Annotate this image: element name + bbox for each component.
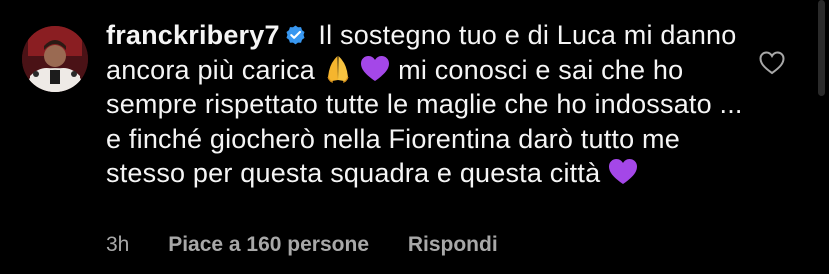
reply-button[interactable]: Rispondi (408, 233, 498, 256)
scrollbar[interactable] (818, 0, 825, 96)
timestamp: 3h (106, 233, 130, 256)
username-link[interactable]: franckribery7 (106, 20, 280, 50)
verified-badge-icon (286, 25, 305, 45)
heart-outline-icon[interactable] (759, 51, 785, 75)
avatar[interactable] (22, 26, 88, 92)
purple-heart-icon (361, 55, 390, 81)
comment-meta: 3h Piace a 160 persone Rispondi (106, 233, 498, 257)
likes-count-link[interactable]: Piace a 160 persone (168, 233, 369, 256)
purple-heart-icon (609, 159, 638, 184)
folded-hands-icon (327, 55, 349, 83)
comment-text: franckribery7 Il sostegno tuo e di Luca … (106, 18, 756, 191)
